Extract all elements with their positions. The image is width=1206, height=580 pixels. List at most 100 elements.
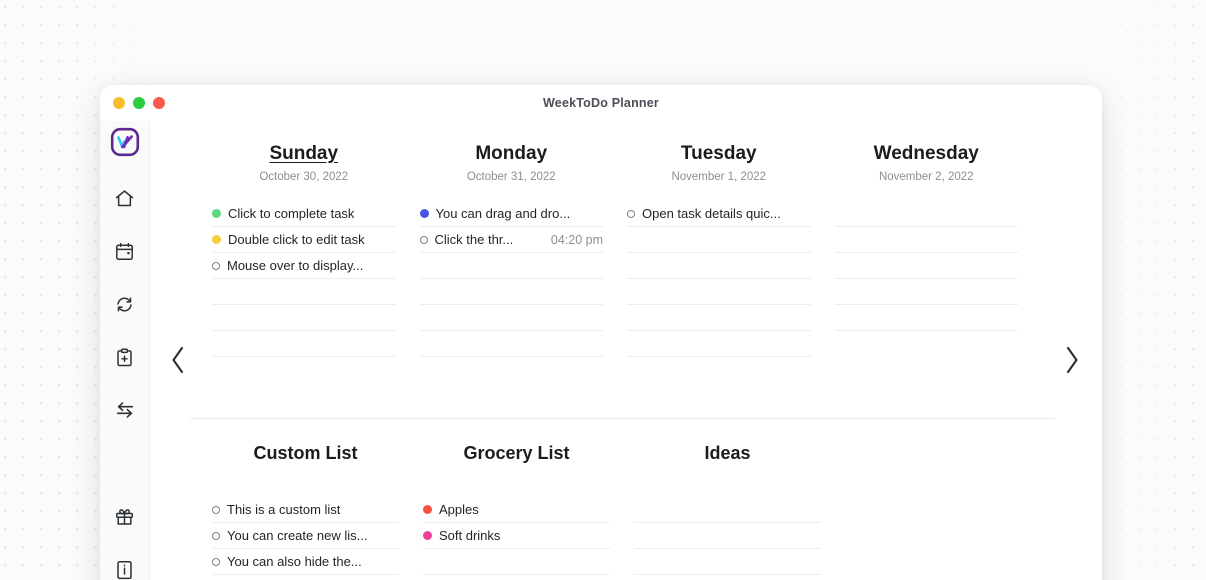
empty-task-row[interactable] bbox=[419, 279, 603, 305]
custom-lists-grid: Custom List This is a custom list You can … bbox=[212, 441, 1042, 580]
empty-task-row[interactable] bbox=[634, 523, 821, 549]
day-task-list: Open task details quic... bbox=[627, 201, 811, 357]
content-area: Sunday October 30, 2022 Click to complete … bbox=[150, 121, 1102, 580]
empty-task-row[interactable] bbox=[419, 253, 603, 279]
empty-task-row[interactable] bbox=[634, 497, 821, 523]
chevron-left-icon bbox=[169, 345, 187, 380]
task-checkbox-icon[interactable] bbox=[419, 235, 428, 244]
empty-task-row[interactable] bbox=[212, 305, 396, 331]
task-row[interactable]: You can create new lis... bbox=[212, 523, 399, 549]
weektodo-logo-icon bbox=[108, 125, 142, 159]
task-label: Click to complete task bbox=[228, 206, 355, 221]
close-button[interactable] bbox=[153, 97, 165, 109]
sidebar-item-new-task[interactable] bbox=[108, 340, 142, 374]
sidebar bbox=[100, 121, 150, 580]
clipboard-plus-icon bbox=[114, 347, 135, 368]
task-label: Open task details quic... bbox=[642, 206, 781, 221]
custom-task-list bbox=[634, 497, 821, 580]
day-column-sunday: Sunday October 30, 2022 Click to complete … bbox=[212, 141, 420, 357]
empty-task-row[interactable] bbox=[627, 253, 811, 279]
task-color-dot-icon[interactable] bbox=[423, 505, 432, 514]
empty-task-row[interactable] bbox=[423, 549, 610, 575]
empty-task-row[interactable] bbox=[834, 279, 1018, 305]
day-date: October 30, 2022 bbox=[259, 171, 349, 183]
task-row[interactable]: Double click to edit task bbox=[212, 227, 396, 253]
desktop-background: WeekToDo Planner Sunday October 30, 2022… bbox=[0, 0, 1206, 580]
empty-task-row[interactable] bbox=[834, 305, 1018, 331]
maximize-button[interactable] bbox=[133, 97, 145, 109]
sync-icon bbox=[114, 294, 135, 315]
empty-task-row[interactable] bbox=[627, 227, 811, 253]
day-column-monday: Monday October 31, 2022 You can drag and d… bbox=[419, 141, 628, 357]
task-row[interactable]: Click the thr... 04:20 pm bbox=[419, 227, 603, 253]
day-column-wednesday: Wednesday November 2, 2022 bbox=[834, 141, 1043, 357]
task-row[interactable]: Apples bbox=[423, 497, 610, 523]
day-task-list: You can drag and dro... Click the thr... 0… bbox=[419, 201, 603, 357]
sidebar-item-gift[interactable] bbox=[108, 499, 142, 533]
day-name[interactable]: Sunday bbox=[212, 141, 396, 167]
task-checkbox-icon[interactable] bbox=[212, 557, 220, 566]
list-title[interactable]: Custom List bbox=[212, 441, 399, 465]
task-row[interactable]: Open task details quic... bbox=[627, 201, 811, 227]
task-row[interactable]: Mouse over to display... bbox=[212, 253, 396, 279]
empty-task-row[interactable] bbox=[419, 305, 603, 331]
next-week-button[interactable] bbox=[1056, 343, 1088, 381]
task-checkbox-icon[interactable] bbox=[212, 505, 220, 514]
gift-icon bbox=[114, 506, 135, 527]
day-task-list bbox=[834, 201, 1018, 331]
section-divider bbox=[190, 418, 1055, 419]
empty-task-row[interactable] bbox=[634, 575, 821, 580]
list-title[interactable]: Grocery List bbox=[423, 441, 610, 465]
empty-task-row[interactable] bbox=[419, 331, 603, 357]
list-column-custom-list: Custom List This is a custom list You can … bbox=[212, 441, 423, 580]
day-date: November 1, 2022 bbox=[671, 171, 767, 183]
minimize-button[interactable] bbox=[113, 97, 125, 109]
day-date: October 31, 2022 bbox=[466, 171, 556, 183]
chevron-right-icon bbox=[1063, 345, 1081, 380]
empty-task-row[interactable] bbox=[834, 201, 1018, 227]
home-icon bbox=[114, 188, 135, 209]
task-color-dot-icon[interactable] bbox=[419, 209, 429, 218]
sidebar-item-info[interactable] bbox=[108, 552, 142, 580]
task-row[interactable]: Soft drinks bbox=[423, 523, 610, 549]
empty-task-row[interactable] bbox=[634, 549, 821, 575]
empty-task-row[interactable] bbox=[627, 279, 811, 305]
task-label: Apples bbox=[439, 502, 479, 517]
task-row[interactable]: This is a custom list bbox=[212, 497, 399, 523]
task-row[interactable]: Click to complete task bbox=[212, 201, 396, 227]
sidebar-item-calendar[interactable] bbox=[108, 234, 142, 268]
task-label: You can drag and dro... bbox=[435, 206, 571, 221]
sidebar-item-transfer[interactable] bbox=[108, 393, 142, 427]
task-checkbox-icon[interactable] bbox=[212, 531, 220, 540]
task-checkbox-icon[interactable] bbox=[212, 261, 220, 270]
info-icon bbox=[114, 559, 135, 580]
task-color-dot-icon[interactable] bbox=[212, 235, 221, 244]
empty-task-row[interactable] bbox=[212, 575, 399, 580]
empty-task-row[interactable] bbox=[834, 253, 1018, 279]
day-name[interactable]: Tuesday bbox=[627, 141, 811, 167]
app-window: WeekToDo Planner Sunday October 30, 2022… bbox=[100, 85, 1102, 580]
task-checkbox-icon[interactable] bbox=[627, 209, 635, 218]
title-bar: WeekToDo Planner bbox=[100, 85, 1102, 121]
task-row[interactable]: You can also hide the... bbox=[212, 549, 399, 575]
sidebar-item-sync[interactable] bbox=[108, 287, 142, 321]
task-row[interactable]: You can drag and dro... bbox=[419, 201, 603, 227]
task-color-dot-icon[interactable] bbox=[423, 531, 432, 540]
window-title: WeekToDo Planner bbox=[543, 96, 659, 110]
day-name[interactable]: Wednesday bbox=[835, 141, 1019, 167]
empty-task-row[interactable] bbox=[627, 331, 811, 357]
custom-task-list: This is a custom list You can create new … bbox=[212, 497, 399, 580]
empty-task-row[interactable] bbox=[423, 575, 610, 580]
window-body: Sunday October 30, 2022 Click to complete … bbox=[100, 121, 1102, 580]
previous-week-button[interactable] bbox=[162, 343, 194, 381]
empty-task-row[interactable] bbox=[627, 305, 811, 331]
day-name[interactable]: Monday bbox=[420, 141, 604, 167]
empty-task-row[interactable] bbox=[834, 227, 1018, 253]
custom-task-list: Apples Soft drinks bbox=[423, 497, 610, 580]
list-title[interactable]: Ideas bbox=[634, 441, 821, 465]
empty-task-row[interactable] bbox=[212, 279, 396, 305]
sidebar-item-home[interactable] bbox=[108, 181, 142, 215]
empty-task-row[interactable] bbox=[212, 331, 396, 357]
calendar-icon bbox=[114, 241, 135, 262]
task-color-dot-icon[interactable] bbox=[212, 209, 221, 218]
